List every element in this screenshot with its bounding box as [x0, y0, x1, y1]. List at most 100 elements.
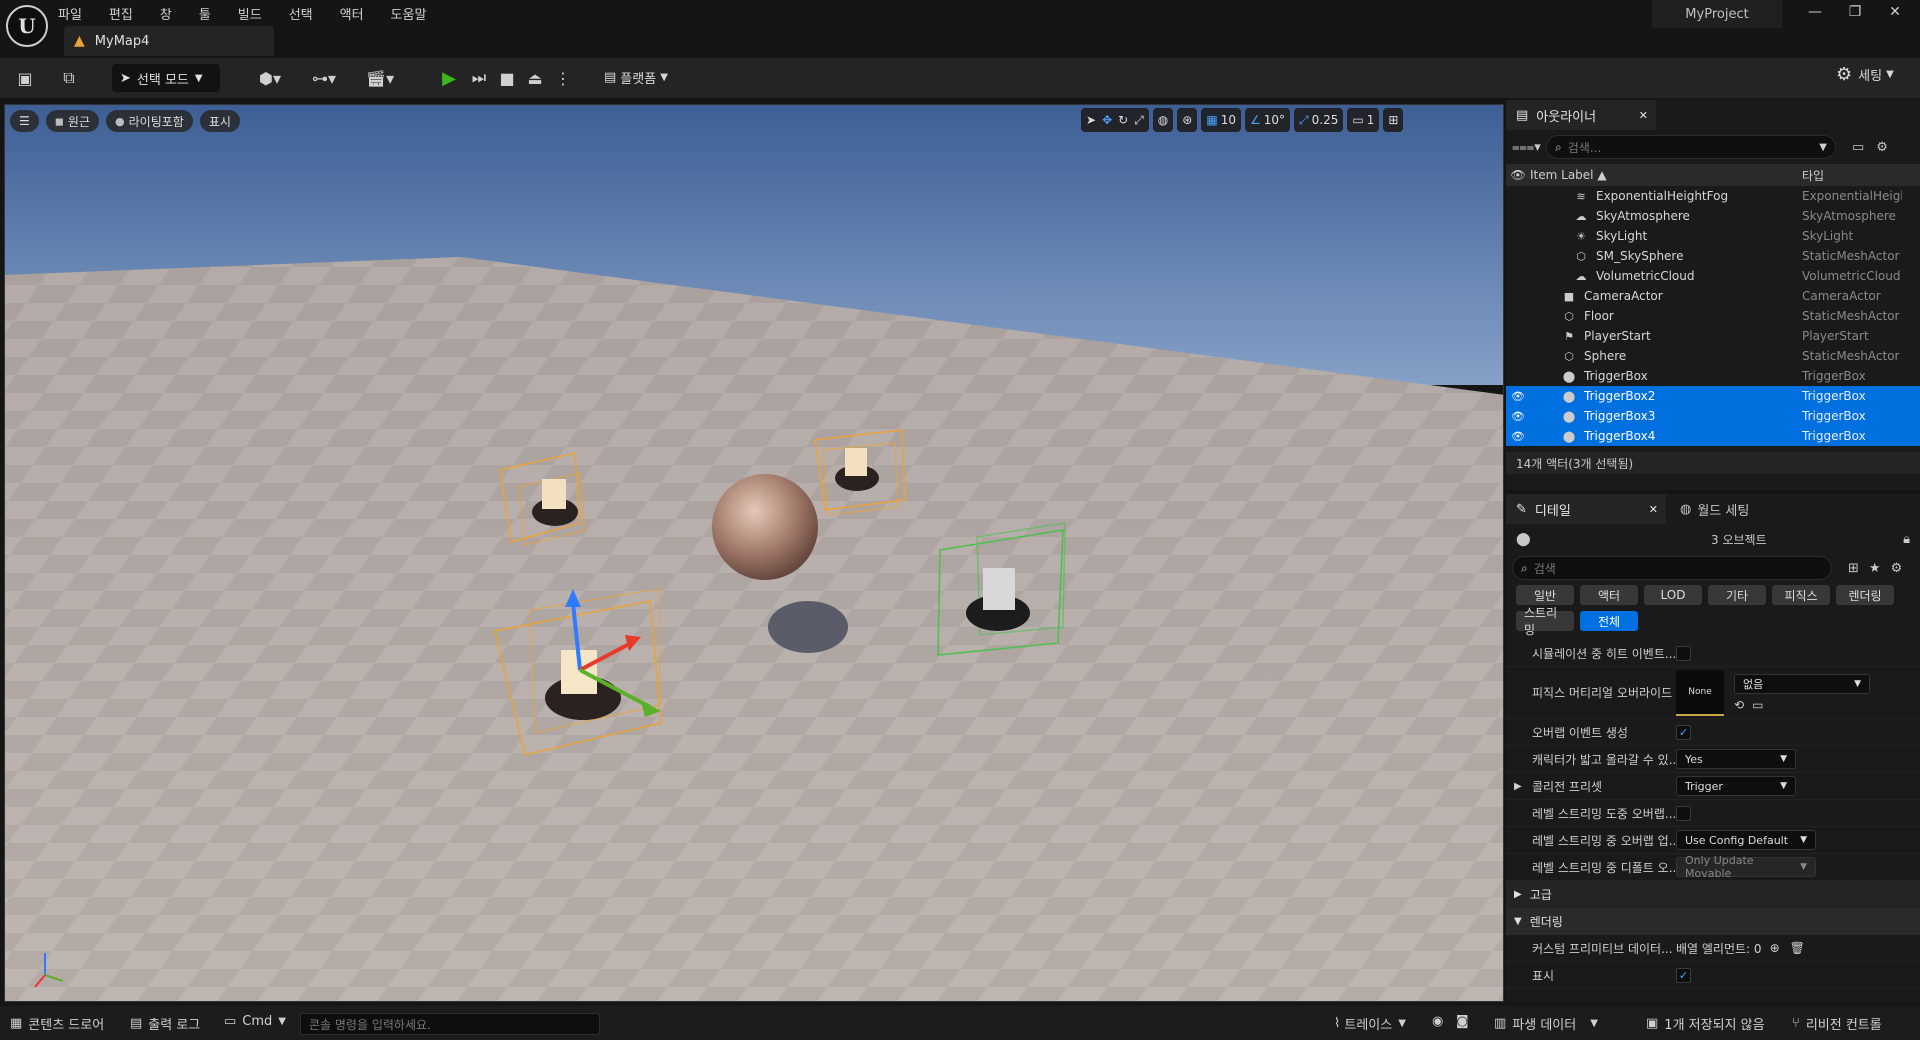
level-viewport[interactable] — [4, 104, 1504, 1002]
screenshot-icon[interactable]: ◙ — [1456, 1014, 1469, 1029]
outliner-search-input[interactable]: ⌕ 검색... ▼ — [1546, 135, 1836, 159]
outliner-row[interactable]: ⚑ PlayerStart PlayerStart — [1506, 326, 1920, 346]
step-icon[interactable]: ⏭︎ — [466, 66, 492, 90]
browse-folder-icon[interactable]: ▭ — [1752, 698, 1763, 712]
chevron-right-icon[interactable]: ▶ — [1514, 781, 1522, 792]
menu-file[interactable]: 파일 — [58, 4, 82, 23]
more-options-icon[interactable]: ⋮ — [550, 66, 576, 90]
select-tool-icon[interactable]: ➤ — [1086, 113, 1096, 127]
surface-snap-toggle[interactable]: ⊛ — [1177, 108, 1198, 132]
stop-icon[interactable]: ■ — [494, 66, 520, 90]
outliner-row[interactable]: ☁ VolumetricCloud VolumetricCloud — [1506, 266, 1920, 286]
outliner-row[interactable]: ≋ ExponentialHeightFog ExponentialHeigh — [1506, 186, 1920, 206]
scale-tool-icon[interactable]: ⤢ — [1134, 113, 1144, 128]
outliner-row[interactable]: ⬡ Sphere StaticMeshActor — [1506, 346, 1920, 366]
menu-help[interactable]: 도움말 — [391, 4, 427, 23]
settings-button[interactable]: ⚙ 세팅 ▼ — [1836, 64, 1894, 85]
menu-select[interactable]: 선택 — [289, 4, 313, 23]
minimize-icon[interactable]: — — [1795, 4, 1835, 20]
favorite-star-icon[interactable]: ★ — [1869, 561, 1881, 576]
property-checkbox[interactable] — [1676, 805, 1691, 821]
camera-speed-button[interactable]: ▭ 1 — [1347, 108, 1380, 132]
property-dropdown[interactable]: Only Update Movable ▼ — [1676, 854, 1816, 880]
category-chip[interactable]: 일반 — [1516, 585, 1574, 605]
outliner-row[interactable]: 👁︎ ⬤ TriggerBox3 TriggerBox — [1506, 406, 1920, 426]
category-chip[interactable]: 피직스 — [1772, 585, 1830, 605]
visibility-eye-icon[interactable]: 👁︎ — [1506, 390, 1530, 403]
cinematics-icon[interactable]: 🎬︎▾ — [360, 66, 400, 90]
material-dropdown[interactable]: 없음 ▼ — [1734, 673, 1870, 694]
outliner-row[interactable]: ☀ SkyLight SkyLight — [1506, 226, 1920, 246]
details-search-input[interactable]: ⌕ 검색 — [1512, 556, 1832, 580]
outliner-row[interactable]: ☁ SkyAtmosphere SkyAtmosphere — [1506, 206, 1920, 226]
translate-tool-icon[interactable]: ✥ — [1102, 113, 1112, 127]
outliner-row[interactable]: ⬡ SM_SkySphere StaticMeshActor — [1506, 246, 1920, 266]
table-view-icon[interactable]: ⊞ — [1848, 561, 1859, 576]
console-command-input[interactable]: 콘솔 명령을 입력하세요. — [300, 1013, 600, 1035]
trash-icon[interactable]: 🗑︎ — [1790, 941, 1805, 955]
map-tab[interactable]: ▲ MyMap4 — [64, 26, 274, 56]
menu-edit[interactable]: 편집 — [109, 4, 133, 23]
category-chip[interactable]: 액터 — [1580, 585, 1638, 605]
column-item-label[interactable]: Item Label ▲ — [1530, 168, 1802, 182]
close-tab-icon[interactable]: ✕ — [1639, 109, 1648, 122]
unreal-logo-icon[interactable]: U — [6, 5, 48, 47]
world-local-toggle[interactable]: ◍ — [1152, 108, 1174, 132]
content-drawer-button[interactable]: ▦ 콘텐츠 드로어 — [10, 1014, 104, 1033]
add-element-icon[interactable]: ⊕ — [1770, 941, 1780, 955]
category-chip[interactable]: 스트리밍 — [1516, 606, 1574, 637]
property-dropdown[interactable]: Trigger ▼ — [1676, 776, 1796, 796]
category-chip[interactable]: 기타 — [1708, 585, 1766, 605]
show-button[interactable]: 표시 — [199, 110, 240, 132]
outliner-tab[interactable]: ▤ 아웃라이너 ✕ — [1506, 100, 1656, 130]
trace-button[interactable]: ⌇ 트레이스 ▼ — [1334, 1014, 1406, 1033]
reset-arrow-icon[interactable]: ⟲ — [1734, 698, 1744, 712]
browse-icon[interactable]: ⧉ — [56, 66, 82, 90]
revision-control-button[interactable]: ⑂ 리비전 컨트롤 — [1792, 1014, 1882, 1033]
visibility-eye-icon[interactable]: 👁︎ — [1506, 430, 1530, 443]
world-settings-tab[interactable]: ◍ 월드 세팅 — [1666, 500, 1749, 519]
outliner-settings-icon[interactable]: ⚙ — [1876, 140, 1888, 155]
platforms-button[interactable]: ▤ 플랫폼 ▼ — [604, 68, 668, 87]
mode-selector[interactable]: ➤ 선택 모드 ▼ — [112, 64, 220, 92]
derived-data-button[interactable]: ▥ 파생 데이터 ▼ — [1494, 1014, 1598, 1033]
record-icon[interactable]: ◉ — [1432, 1014, 1443, 1029]
outliner-row[interactable]: ⬤ TriggerBox TriggerBox — [1506, 366, 1920, 386]
lock-icon[interactable]: 🔒︎ — [1903, 532, 1910, 547]
close-tab-icon[interactable]: ✕ — [1649, 503, 1658, 516]
eject-icon[interactable]: ⏏︎ — [522, 66, 548, 90]
section-advanced[interactable]: ▶ 고급 — [1506, 881, 1920, 908]
visible-checkbox[interactable]: ✓ — [1676, 967, 1691, 983]
details-settings-icon[interactable]: ⚙ — [1891, 561, 1903, 576]
outliner-row[interactable]: ■ CameraActor CameraActor — [1506, 286, 1920, 306]
viewport-options-button[interactable]: ☰ — [10, 110, 39, 132]
perspective-button[interactable]: ◼ 원근 — [45, 110, 99, 132]
menu-tools[interactable]: 툴 — [199, 4, 211, 23]
play-icon[interactable]: ▶ — [436, 66, 462, 90]
unsaved-button[interactable]: ▣ 1개 저장되지 않음 — [1646, 1014, 1765, 1033]
save-icon[interactable]: ▣ — [12, 66, 38, 90]
menu-build[interactable]: 빌드 — [238, 4, 262, 23]
category-chip[interactable]: 전체 — [1580, 611, 1638, 631]
close-window-icon[interactable]: ✕ — [1875, 4, 1915, 20]
grid-snap-button[interactable]: ▦ 10 — [1201, 108, 1241, 132]
details-tab[interactable]: ✎ 디테일 ✕ — [1506, 494, 1666, 524]
rotation-snap-button[interactable]: ∠ 10° — [1244, 108, 1291, 132]
restore-icon[interactable]: ❐ — [1835, 4, 1875, 20]
section-rendering[interactable]: ▼ 렌더링 — [1506, 908, 1920, 935]
outliner-row[interactable]: 👁︎ ⬤ TriggerBox4 TriggerBox — [1506, 426, 1920, 446]
property-checkbox[interactable] — [1676, 645, 1691, 661]
outliner-row[interactable]: ⬡ Floor StaticMeshActor — [1506, 306, 1920, 326]
category-chip[interactable]: LOD — [1644, 585, 1702, 605]
filter-icon[interactable]: ⩶▾ — [1512, 140, 1546, 155]
property-dropdown[interactable]: Yes ▼ — [1676, 749, 1796, 769]
rotate-tool-icon[interactable]: ↻ — [1118, 113, 1128, 127]
menu-actor[interactable]: 액터 — [340, 4, 364, 23]
blueprint-icon[interactable]: ⊶▾ — [304, 66, 344, 90]
property-checkbox[interactable]: ✓ — [1676, 724, 1691, 740]
visibility-eye-icon[interactable]: 👁︎ — [1506, 410, 1530, 423]
output-log-button[interactable]: ▤ 출력 로그 — [130, 1014, 200, 1033]
add-actor-icon[interactable]: ⬢▾ — [250, 66, 290, 90]
material-thumbnail[interactable]: None — [1676, 669, 1724, 716]
viewport-layout-button[interactable]: ⊞ — [1383, 108, 1404, 132]
